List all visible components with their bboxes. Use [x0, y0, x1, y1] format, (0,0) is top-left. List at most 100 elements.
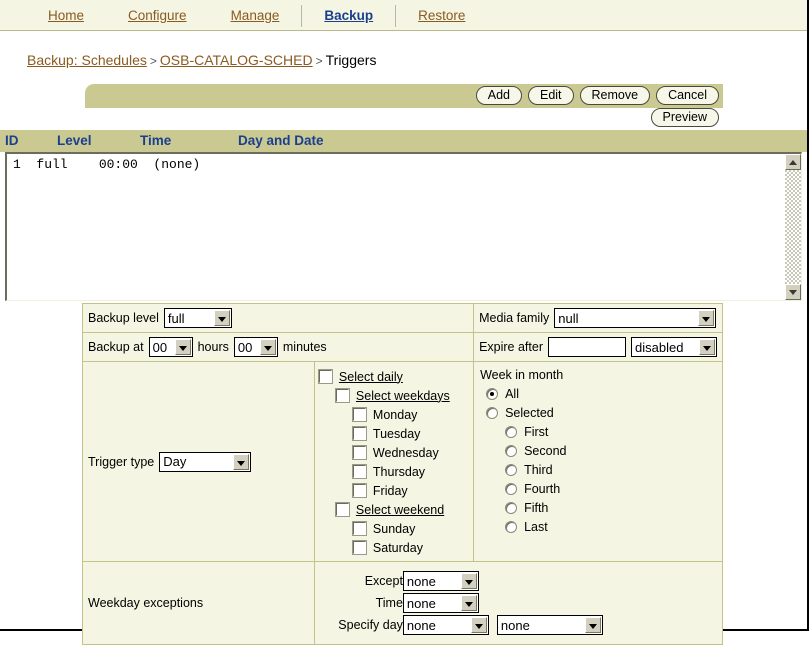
week-option-last[interactable]: Last: [505, 517, 718, 536]
trigger-type-select[interactable]: Day: [159, 451, 252, 472]
expire-after-input[interactable]: [548, 337, 626, 357]
chevron-down-icon[interactable]: [699, 339, 715, 355]
day-option-label: Select daily: [338, 369, 403, 384]
checkbox[interactable]: [351, 464, 367, 479]
except-field: none: [402, 570, 489, 592]
checkbox[interactable]: [334, 502, 350, 517]
radio-button[interactable]: [505, 501, 518, 514]
specify-day-value-2: none: [500, 617, 530, 633]
week-option-label: Third: [524, 462, 553, 477]
spacer-cell: [488, 570, 603, 592]
backup-at-hours-select[interactable]: 00: [148, 337, 193, 357]
radio-button[interactable]: [486, 406, 499, 419]
nav-item-restore[interactable]: Restore: [396, 8, 487, 23]
nav-item-backup[interactable]: Backup: [302, 8, 395, 23]
day-option-label: Select weekend: [355, 502, 445, 517]
action-toolbar: Add Edit Remove Cancel: [85, 84, 723, 108]
preview-button[interactable]: Preview: [650, 108, 719, 127]
backup-at-minutes-select[interactable]: 00: [233, 337, 278, 357]
exception-row-time: Time none: [314, 592, 603, 614]
specify-day-select-2[interactable]: none: [496, 615, 603, 635]
checkbox[interactable]: [351, 521, 367, 536]
breadcrumb-link-schedules[interactable]: Backup: Schedules: [27, 52, 147, 68]
table-row[interactable]: 1 full 00:00 (none): [13, 157, 200, 172]
week-option-label: Fifth: [524, 500, 549, 515]
media-family-select[interactable]: null: [554, 308, 717, 328]
checkbox[interactable]: [351, 483, 367, 498]
radio-button[interactable]: [505, 444, 518, 457]
radio-button[interactable]: [505, 463, 518, 476]
breadcrumb: Backup: Schedules > OSB-CATALOG-SCHED > Trig…: [27, 52, 376, 68]
week-option-third[interactable]: Third: [505, 460, 718, 479]
trigger-properties-form: Backup level full Media family null Back…: [81, 303, 724, 645]
chevron-down-icon[interactable]: [213, 310, 230, 326]
scroll-down-arrow-icon[interactable]: [785, 284, 801, 300]
breadcrumb-link-schedule-name[interactable]: OSB-CATALOG-SCHED: [160, 52, 313, 68]
except-select[interactable]: none: [402, 571, 479, 591]
nav-item-manage[interactable]: Manage: [209, 8, 302, 23]
specify-day-value: none: [406, 617, 436, 633]
column-header-day-and-date: Day and Date: [238, 133, 324, 148]
day-option-saturday[interactable]: Saturday: [351, 538, 469, 557]
week-option-fourth[interactable]: Fourth: [505, 479, 718, 498]
week-option-selected[interactable]: Selected: [486, 403, 718, 422]
week-option-second[interactable]: Second: [505, 441, 718, 460]
checkbox[interactable]: [351, 407, 367, 422]
chevron-down-icon[interactable]: [174, 339, 191, 355]
triggers-list-box[interactable]: 1 full 00:00 (none): [5, 152, 802, 301]
chevron-down-icon[interactable]: [233, 453, 250, 470]
day-option-monday[interactable]: Monday: [351, 405, 469, 424]
cell-backup-at: Backup at 00 hours 00 minutes: [81, 332, 475, 362]
checkbox[interactable]: [334, 388, 350, 403]
day-option-tuesday[interactable]: Tuesday: [351, 424, 469, 443]
day-option-select-weekend[interactable]: Select weekend: [334, 500, 469, 519]
form-row-weekday-exceptions: Weekday exceptions Except none Time none…: [82, 561, 724, 645]
day-option-wednesday[interactable]: Wednesday: [351, 443, 469, 462]
edit-button[interactable]: Edit: [527, 86, 574, 105]
radio-button[interactable]: [486, 387, 499, 400]
week-option-fifth[interactable]: Fifth: [505, 498, 718, 517]
checkbox[interactable]: [351, 445, 367, 460]
chevron-down-icon[interactable]: [460, 573, 477, 589]
chevron-down-icon[interactable]: [259, 339, 276, 355]
nav-item-home[interactable]: Home: [26, 8, 106, 23]
remove-button[interactable]: Remove: [579, 86, 651, 105]
day-options-list: Select daily Select weekdays Monday Tuesday…: [315, 362, 473, 561]
exception-time-field: none: [402, 592, 489, 614]
day-option-sunday[interactable]: Sunday: [351, 519, 469, 538]
triggers-table-header: ID Level Time Day and Date: [0, 130, 807, 152]
add-button[interactable]: Add: [475, 86, 522, 105]
trigger-type-label: Trigger type: [88, 454, 155, 469]
nav-item-configure[interactable]: Configure: [106, 8, 209, 23]
day-option-select-daily[interactable]: Select daily: [317, 367, 469, 386]
vertical-scrollbar[interactable]: [785, 154, 801, 300]
checkbox[interactable]: [317, 369, 333, 384]
cancel-button[interactable]: Cancel: [656, 86, 719, 105]
specify-day-select[interactable]: none: [402, 615, 489, 635]
week-option-first[interactable]: First: [505, 422, 718, 441]
chevron-down-icon[interactable]: [698, 310, 715, 326]
chevron-down-icon[interactable]: [460, 595, 477, 611]
expire-after-unit-select[interactable]: disabled: [631, 337, 717, 357]
day-option-select-weekdays[interactable]: Select weekdays: [334, 386, 469, 405]
day-option-label: Friday: [372, 483, 408, 498]
cell-weekday-exceptions-fields: Except none Time none Specify day none n…: [313, 561, 724, 645]
day-option-thursday[interactable]: Thursday: [351, 462, 469, 481]
day-option-friday[interactable]: Friday: [351, 481, 469, 500]
checkbox[interactable]: [351, 426, 367, 441]
backup-level-select[interactable]: full: [163, 308, 232, 328]
checkbox[interactable]: [351, 540, 367, 555]
radio-button[interactable]: [505, 482, 518, 495]
week-option-label: All: [505, 386, 519, 401]
secondary-toolbar: Preview: [85, 108, 723, 129]
exception-time-select[interactable]: none: [402, 593, 479, 613]
day-option-label: Tuesday: [372, 426, 421, 441]
scroll-up-arrow-icon[interactable]: [785, 154, 801, 170]
radio-button[interactable]: [505, 425, 518, 438]
expire-after-unit-value: disabled: [635, 339, 684, 355]
radio-button[interactable]: [505, 520, 518, 533]
cell-trigger-type: Trigger type Day: [82, 361, 315, 562]
backup-level-value: full: [167, 310, 185, 326]
expire-after-label: Expire after: [479, 340, 543, 354]
week-option-all[interactable]: All: [486, 384, 718, 403]
